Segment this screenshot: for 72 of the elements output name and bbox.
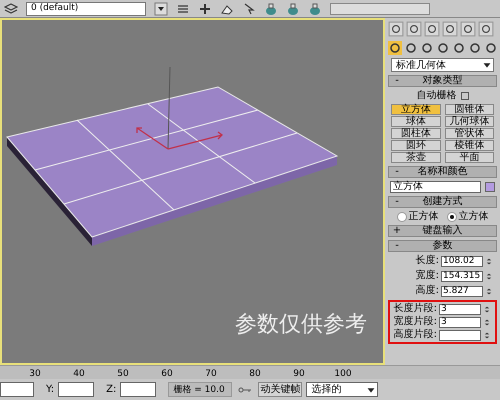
toolbar-dropdown[interactable] <box>330 2 430 14</box>
autogrid-checkbox[interactable] <box>460 92 468 100</box>
timeline-tick-label: 40 <box>72 370 86 379</box>
autogrid-label: 自动栅格 <box>416 90 456 100</box>
number-field[interactable]: 3 <box>439 304 481 314</box>
radio-button[interactable] <box>446 212 456 222</box>
number-field[interactable]: 108.02 <box>441 256 483 266</box>
rollout-title: 对象类型 <box>422 76 464 86</box>
rollout-toggle[interactable]: - <box>389 197 405 207</box>
rollout-title: 创建方式 <box>422 197 464 207</box>
coordinate-label: Z: <box>106 383 116 397</box>
teapot-icon[interactable] <box>264 2 278 16</box>
rollout-title: 参数 <box>432 241 454 251</box>
number-field[interactable]: 5.827 <box>441 286 483 296</box>
number-field[interactable] <box>439 330 481 340</box>
object-type-button[interactable]: 立方体 <box>391 104 440 115</box>
teapot-icon[interactable] <box>286 2 300 16</box>
teapot-icon[interactable] <box>308 2 322 16</box>
viewport[interactable]: 参数仅供参考 <box>0 18 385 365</box>
name-field[interactable]: 立方体 <box>390 181 481 193</box>
timeline-tick-label: 60 <box>160 370 174 379</box>
object-type-button[interactable]: 球体 <box>391 116 440 127</box>
rollout-toggle[interactable]: - <box>389 167 405 177</box>
radio-label: 立方体 <box>458 212 488 222</box>
rollout-toggle[interactable]: + <box>389 226 405 236</box>
rollout-header[interactable]: - 参数 <box>388 240 497 252</box>
rollout-toggle[interactable]: - <box>389 241 405 251</box>
timeline-tick-label: 100 <box>333 370 353 379</box>
rollout-header[interactable]: - 创建方式 <box>388 196 497 208</box>
field-label: 长度片段: <box>394 304 437 314</box>
rollout-title: 名称和颜色 <box>416 167 468 177</box>
annotation-text: 参数仅供参考 <box>235 311 367 339</box>
object-type-button[interactable]: 圆锥体 <box>444 104 494 115</box>
rollout-header[interactable]: - 名称和颜色 <box>388 166 497 178</box>
rollout-toggle[interactable]: - <box>389 76 405 86</box>
coordinate-label: Y: <box>46 383 54 397</box>
field-label: 高度: <box>416 286 439 296</box>
timeline-tick-label: 30 <box>28 370 42 379</box>
coordinate-field[interactable] <box>0 382 34 397</box>
object-type-button[interactable]: 茶壶 <box>391 152 440 163</box>
rollout-header[interactable]: - 对象类型 <box>388 75 497 87</box>
layer-dropdown[interactable]: 0 (default) <box>26 2 146 16</box>
object-type-button[interactable]: 几何球体 <box>444 116 494 127</box>
plus-icon[interactable] <box>198 2 212 16</box>
timeline-tick-label: 70 <box>204 370 218 379</box>
sphere-icon[interactable] <box>388 41 402 55</box>
radio-label: 正方体 <box>408 212 438 222</box>
timeline-tick-label: 80 <box>248 370 262 379</box>
timeline-tick-label: 50 <box>116 370 130 379</box>
object-type-button[interactable]: 棱锥体 <box>444 140 494 151</box>
number-field[interactable]: 154.315 <box>441 270 483 282</box>
timeline-tick-label: 90 <box>292 370 306 379</box>
field-label: 长度: <box>416 256 439 266</box>
category-dropdown[interactable]: 标准几何体 <box>391 58 494 72</box>
field-label: 宽度: <box>416 271 439 281</box>
coordinate-field[interactable] <box>120 382 156 397</box>
rollout-title: 键盘输入 <box>422 226 464 236</box>
field-label: 宽度片段: <box>394 317 437 327</box>
object-type-button[interactable]: 平面 <box>444 152 494 163</box>
object-type-button[interactable]: 圆环 <box>391 140 440 151</box>
field-label: 高度片段: <box>394 330 437 340</box>
object-type-button[interactable]: 管状体 <box>444 128 494 139</box>
selection-dropdown[interactable]: 选择的 <box>306 382 378 397</box>
grid-readout: 栅格 = 10.0 <box>168 382 232 397</box>
radio-button[interactable] <box>396 212 406 222</box>
layers-icon[interactable] <box>4 2 18 16</box>
rollout-header[interactable]: + 键盘输入 <box>388 225 497 237</box>
coordinate-field[interactable] <box>58 382 94 397</box>
color-swatch[interactable] <box>485 182 495 192</box>
number-field[interactable]: 3 <box>439 316 481 328</box>
object-type-button[interactable]: 圆柱体 <box>391 128 440 139</box>
auto-key-button[interactable]: 动关键帧 <box>258 382 302 397</box>
